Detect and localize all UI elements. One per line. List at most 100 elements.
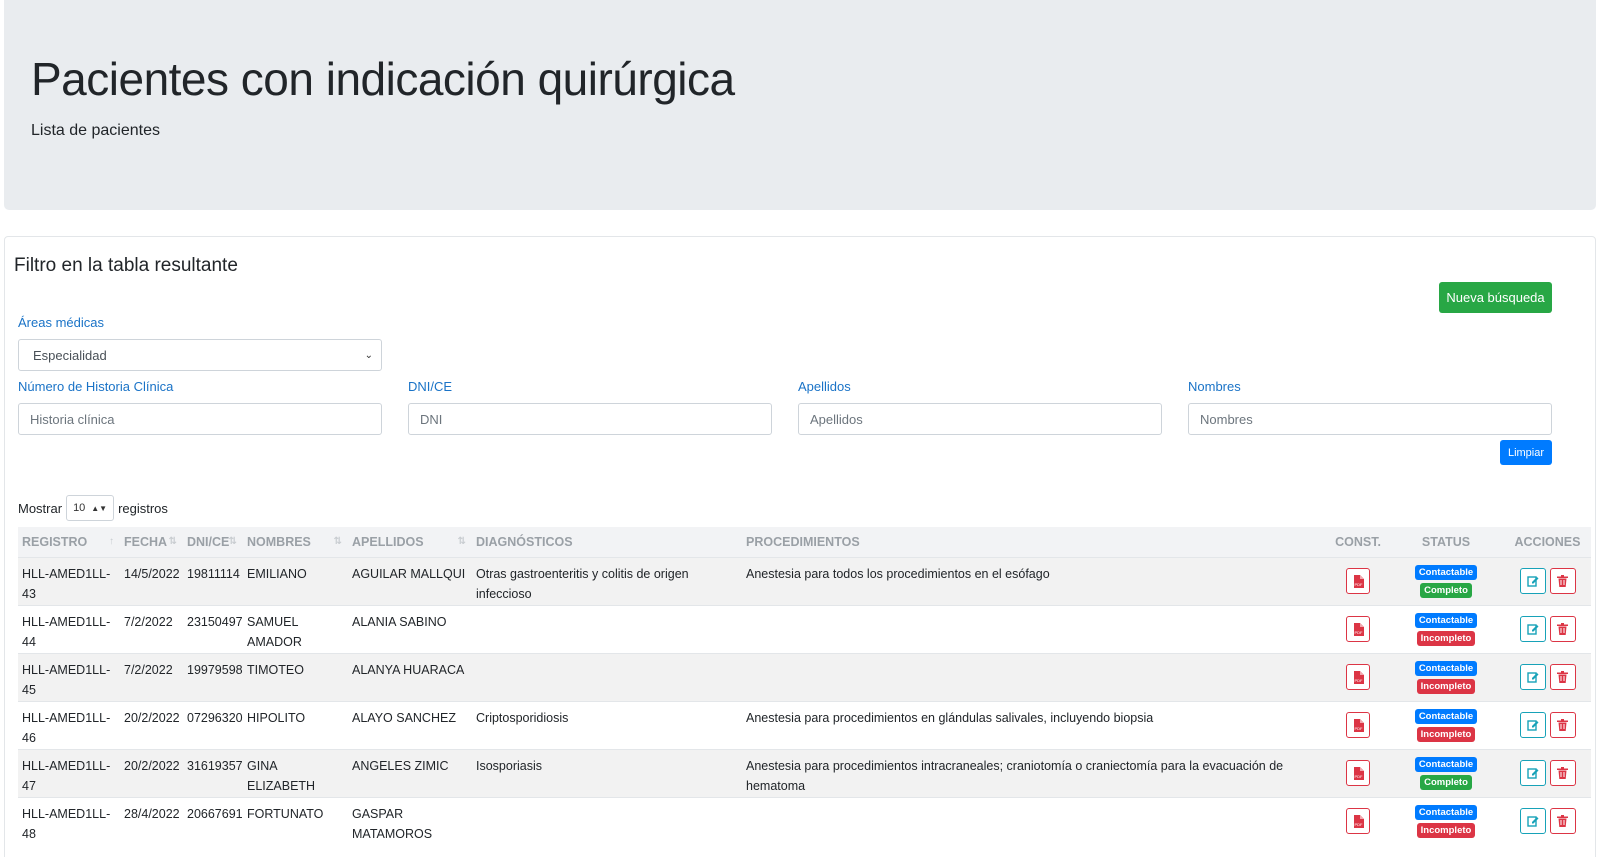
cell-apellidos: ALANIA SABINO <box>348 604 472 653</box>
cell-registro: HLL-AMED1LL-48 <box>18 796 120 845</box>
status-badge-contact: Contactable <box>1414 804 1478 820</box>
hc-input[interactable]: Historia clínica <box>18 403 382 435</box>
clear-button[interactable]: Limpiar <box>1500 440 1552 465</box>
trash-icon[interactable] <box>1549 712 1576 738</box>
cell-dni: 19811114 <box>183 556 243 605</box>
edit-icon[interactable] <box>1519 712 1546 738</box>
cell-diagnostico: Isosporiasis <box>472 748 742 797</box>
table-row: HLL-AMED1LL-47 20/2/2022 31619357 GINA ELIZ… <box>18 748 1591 797</box>
table-row: HLL-AMED1LL-45 7/2/2022 19979598 TIMOTEO ALA… <box>18 652 1591 701</box>
hc-label: Número de Historia Clínica <box>18 379 174 394</box>
cell-fecha: 28/4/2022 <box>120 796 183 845</box>
dni-input[interactable]: DNI <box>408 403 772 435</box>
sort-icon: ⇅ <box>333 536 342 547</box>
trash-icon[interactable] <box>1549 760 1576 786</box>
cell-apellidos: ANGELES ZIMIC <box>348 748 472 797</box>
table-row: HLL-AMED1LL-43 14/5/2022 19811114 EMILIANO A… <box>18 556 1591 605</box>
col-const: CONST. <box>1328 527 1388 557</box>
cell-procedimiento <box>742 652 1328 701</box>
trash-icon[interactable] <box>1549 568 1576 594</box>
status-badge-complete: Incompleto <box>1416 678 1476 694</box>
col-diagnosticos: DIAGNÓSTICOS <box>472 527 742 557</box>
status-badge-complete: Incompleto <box>1416 822 1476 838</box>
edit-icon[interactable] <box>1519 664 1546 690</box>
edit-icon[interactable] <box>1519 760 1546 786</box>
trash-icon[interactable] <box>1549 808 1576 835</box>
status-badge-contact: Contactable <box>1414 612 1478 628</box>
sort-updown-icon: ▲▼ <box>91 503 108 513</box>
edit-icon[interactable] <box>1519 808 1546 835</box>
col-fecha[interactable]: FECHA ⇅ <box>120 527 183 557</box>
cell-apellidos: ALANYA HUARACA <box>348 652 472 701</box>
cell-procedimiento: Anestesia para todos los procedimientos … <box>742 556 1328 605</box>
edit-icon[interactable] <box>1519 568 1546 594</box>
file-pdf-icon[interactable]: PDF <box>1346 712 1370 738</box>
trash-icon[interactable] <box>1549 664 1576 690</box>
nombres-input[interactable]: Nombres <box>1188 403 1552 435</box>
areas-selected-value: Especialidad <box>33 347 107 363</box>
cell-nombres: GINA ELIZABETH <box>243 748 348 797</box>
cell-fecha: 7/2/2022 <box>120 604 183 653</box>
cell-actions <box>1504 652 1591 701</box>
col-dni[interactable]: DNI/CE ⇅ <box>183 527 243 557</box>
col-procedimientos: PROCEDIMIENTOS <box>742 527 1328 557</box>
areas-label: Áreas médicas <box>18 315 104 330</box>
cell-fecha: 7/2/2022 <box>120 652 183 701</box>
cell-procedimiento <box>742 604 1328 653</box>
areas-select[interactable]: Especialidad ⌄ <box>18 339 382 371</box>
table-header-row: REGISTRO ↑ FECHA ⇅ DNI/CE ⇅ NOMBRES ⇅ APELLI… <box>18 527 1591 557</box>
file-pdf-icon[interactable]: PDF <box>1346 568 1370 594</box>
cell-registro: HLL-AMED1LL-43 <box>18 556 120 605</box>
svg-text:PDF: PDF <box>1354 774 1363 779</box>
file-pdf-icon[interactable]: PDF <box>1346 808 1370 835</box>
patients-table: REGISTRO ↑ FECHA ⇅ DNI/CE ⇅ NOMBRES ⇅ APELLI… <box>18 527 1591 845</box>
cell-actions <box>1504 604 1591 653</box>
trash-icon[interactable] <box>1549 616 1576 642</box>
cell-nombres: EMILIANO <box>243 556 348 605</box>
length-prefix: Mostrar <box>18 500 63 516</box>
chevron-down-icon: ⌄ <box>364 349 373 361</box>
cell-fecha: 20/2/2022 <box>120 700 183 749</box>
cell-registro: HLL-AMED1LL-44 <box>18 604 120 653</box>
status-badge-contact: Contactable <box>1414 708 1478 724</box>
svg-text:PDF: PDF <box>1354 726 1363 731</box>
cell-const: PDF <box>1328 748 1388 797</box>
cell-nombres: HIPOLITO <box>243 700 348 749</box>
cell-actions <box>1504 556 1591 605</box>
cell-procedimiento: Anestesia para procedimientos intracrane… <box>742 748 1328 797</box>
cell-registro: HLL-AMED1LL-47 <box>18 748 120 797</box>
cell-nombres: SAMUEL AMADOR <box>243 604 348 653</box>
new-search-button[interactable]: Nueva búsqueda <box>1439 282 1552 313</box>
cell-diagnostico <box>472 604 742 653</box>
page-length-select[interactable]: 10 ▲▼ <box>66 495 115 521</box>
cell-diagnostico <box>472 652 742 701</box>
col-nombres[interactable]: NOMBRES ⇅ <box>243 527 348 557</box>
table-row: HLL-AMED1LL-48 28/4/2022 20667691 FORTUNATO… <box>18 796 1591 845</box>
edit-icon[interactable] <box>1519 616 1546 642</box>
svg-text:PDF: PDF <box>1354 822 1363 827</box>
cell-const: PDF <box>1328 604 1388 653</box>
col-registro[interactable]: REGISTRO ↑ <box>18 527 120 557</box>
file-pdf-icon[interactable]: PDF <box>1346 616 1370 642</box>
page-title: Pacientes con indicación quirúrgica <box>31 53 735 105</box>
svg-text:PDF: PDF <box>1354 678 1363 683</box>
cell-status: Contactable Incompleto <box>1388 604 1504 653</box>
apellidos-input[interactable]: Apellidos <box>798 403 1162 435</box>
sort-icon: ⇅ <box>457 536 466 547</box>
status-badge-complete: Completo <box>1420 582 1472 598</box>
filter-card: Filtro en la tabla resultante Nueva búsq… <box>4 236 1596 857</box>
cell-apellidos: GASPAR MATAMOROS <box>348 796 472 845</box>
file-pdf-icon[interactable]: PDF <box>1346 760 1370 786</box>
cell-fecha: 20/2/2022 <box>120 748 183 797</box>
file-pdf-icon[interactable]: PDF <box>1346 664 1370 690</box>
cell-registro: HLL-AMED1LL-45 <box>18 652 120 701</box>
cell-diagnostico <box>472 796 742 845</box>
col-apellidos[interactable]: APELLIDOS ⇅ <box>348 527 472 557</box>
status-badge-contact: Contactable <box>1414 756 1478 772</box>
page-header: Pacientes con indicación quirúrgica List… <box>4 0 1596 210</box>
svg-text:PDF: PDF <box>1354 582 1363 587</box>
cell-dni: 19979598 <box>183 652 243 701</box>
cell-status: Contactable Incompleto <box>1388 652 1504 701</box>
page-subtitle: Lista de pacientes <box>31 122 160 139</box>
apellidos-label: Apellidos <box>798 379 851 394</box>
